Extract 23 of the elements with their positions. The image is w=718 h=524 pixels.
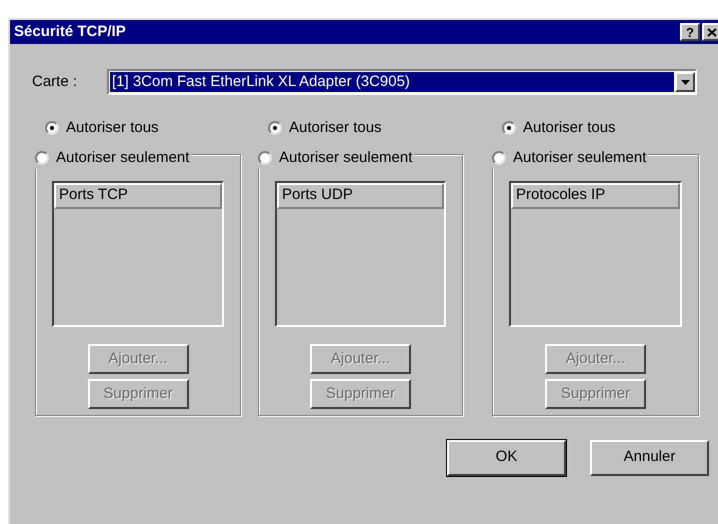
column-header[interactable]: Protocoles IP [511,183,680,209]
window-title: Sécurité TCP/IP [14,22,127,42]
radio-button[interactable] [502,121,516,136]
help-button[interactable]: ? [680,23,700,41]
radio-button[interactable] [35,150,49,165]
list-view[interactable]: Protocoles IP [509,181,682,327]
radio-button[interactable] [258,150,272,165]
close-button[interactable] [702,23,718,41]
radio-button[interactable] [268,121,282,136]
list-view[interactable]: Ports TCP [52,181,224,327]
radio-button[interactable] [45,121,59,136]
caret-icon [680,80,690,84]
cancel-button[interactable]: Annuler [590,440,709,476]
adapter-label: Carte : [32,72,78,92]
list-view[interactable]: Ports UDP [275,181,446,327]
close-icon [707,28,717,36]
dropdown-arrow-button[interactable] [675,72,695,92]
column-header[interactable]: Ports UDP [277,183,444,209]
adapter-dropdown[interactable]: [1] 3Com Fast EtherLink XL Adapter (3C905) [107,69,697,95]
ok-button[interactable]: OK [447,440,566,476]
column-header[interactable]: Ports TCP [54,183,222,209]
adapter-value: [1] 3Com Fast EtherLink XL Adapter (3C905) [110,72,674,92]
radio-button[interactable] [492,150,506,165]
